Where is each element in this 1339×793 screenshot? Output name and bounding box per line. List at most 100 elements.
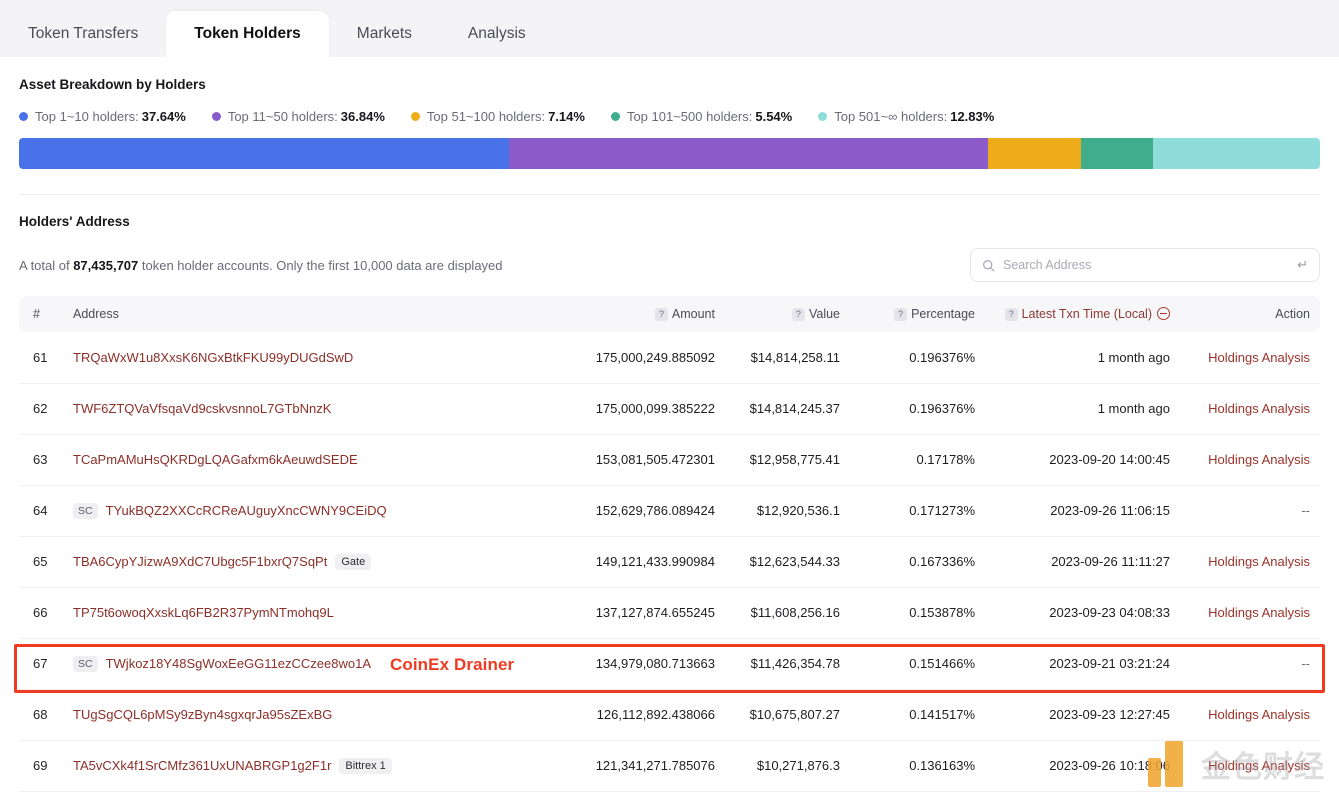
cell-num: 68: [33, 707, 48, 722]
help-icon[interactable]: ?: [1004, 308, 1018, 321]
cell-amount: 137,127,874.655245: [595, 605, 715, 620]
legend-dot-icon: [610, 112, 620, 121]
legend-label: Top 11~50 holders:: [227, 109, 338, 124]
section-divider: [19, 194, 1320, 195]
holdings-analysis-link[interactable]: Holdings Analysis: [1208, 401, 1310, 416]
exchange-tag[interactable]: Bittrex 1: [339, 757, 392, 774]
holdings-analysis-link[interactable]: Holdings Analysis: [1208, 758, 1310, 773]
bar-segment-top-1-10[interactable]: [19, 138, 509, 169]
address-link[interactable]: TWjkoz18Y48SgWoxEeGG11ezCCzee8wo1A: [106, 656, 371, 671]
asset-breakdown-title: Asset Breakdown by Holders: [19, 77, 206, 92]
cell-amount: 175,000,249.885092: [595, 349, 715, 365]
legend-label: Top 1~10 holders:: [35, 109, 139, 124]
total-suffix: token holder accounts. Only the first 10…: [138, 257, 503, 273]
cell-time: 2023-09-23 12:27:45: [1049, 707, 1170, 722]
cell-amount: 153,081,505.472301: [595, 452, 715, 467]
cell-value: $14,814,258.11: [750, 349, 840, 365]
help-icon[interactable]: ?: [894, 308, 908, 321]
cell-amount: 134,979,080.713663: [595, 656, 715, 671]
cell-percentage: 0.151466%: [909, 656, 975, 671]
search-address-box[interactable]: ↵: [970, 248, 1320, 282]
cell-time: 2023-09-21 03:21:24: [1049, 656, 1170, 671]
cell-value: $11,426,354.78: [750, 656, 840, 671]
cell-amount: 149,121,433.990984: [595, 554, 715, 569]
tab-token-transfers[interactable]: Token Transfers: [0, 11, 166, 57]
address-link[interactable]: TCaPmAMuHsQKRDgLQAGafxm6kAeuwdSEDE: [73, 452, 358, 467]
cell-percentage: 0.171273%: [909, 503, 975, 518]
holdings-analysis-link[interactable]: Holdings Analysis: [1208, 605, 1310, 620]
holdings-analysis-link[interactable]: Holdings Analysis: [1208, 554, 1310, 569]
cell-address: TCaPmAMuHsQKRDgLQAGafxm6kAeuwdSEDE: [63, 434, 565, 485]
legend-item-top-51-100[interactable]: Top 51~100 holders: 7.14%: [410, 109, 585, 124]
cell-address: TP75t6owoqXxskLq6FB2R37PymNTmohq9L: [63, 587, 565, 638]
help-icon[interactable]: ?: [791, 308, 805, 321]
col-header-percentage[interactable]: ? Percentage: [850, 296, 985, 332]
clock-toggle-icon[interactable]: [1157, 307, 1170, 320]
total-holders-text: A total of 87,435,707 token holder accou…: [19, 258, 503, 273]
bar-segment-top-101-500[interactable]: [1080, 138, 1153, 169]
col-header-percentage-label: Percentage: [911, 307, 975, 321]
tab-analysis[interactable]: Analysis: [440, 11, 554, 57]
address-link[interactable]: TRQaWxW1u8XxsK6NGxBtkFKU99yDUGdSwD: [73, 350, 353, 365]
cell-value: $10,675,807.27: [749, 707, 840, 722]
cell-address: SC TWjkoz18Y48SgWoxEeGG11ezCCzee8wo1A: [63, 638, 565, 689]
asset-breakdown-bar: [19, 138, 1320, 169]
holdings-analysis-link[interactable]: Holdings Analysis: [1208, 350, 1310, 365]
token-holders-panel: Asset Breakdown by Holders Top 1~10 hold…: [0, 57, 1339, 793]
table-row-highlighted: 66 TP75t6owoqXxskLq6FB2R37PymNTmohq9L 13…: [19, 587, 1320, 638]
legend-item-top-101-500[interactable]: Top 101~500 holders: 5.54%: [610, 109, 792, 124]
col-header-amount-label: Amount: [671, 307, 715, 321]
address-link[interactable]: TA5vCXk4f1SrCMfz361UxUNABRGP1g2F1r: [73, 758, 331, 773]
table-row: 69 TA5vCXk4f1SrCMfz361UxUNABRGP1g2F1r Bit…: [19, 740, 1320, 791]
cell-num: 65: [33, 554, 48, 569]
address-link[interactable]: TBA6CypYJizwA9XdC7Ubgc5F1bxrQ7SqPt: [73, 554, 327, 569]
bar-segment-top-11-50[interactable]: [508, 138, 988, 169]
search-input[interactable]: [1003, 258, 1292, 272]
exchange-tag[interactable]: Gate: [335, 553, 372, 570]
cell-percentage: 0.17178%: [916, 452, 975, 467]
cell-value: $12,958,775.41: [749, 452, 840, 467]
holdings-analysis-link[interactable]: Holdings Analysis: [1208, 452, 1310, 467]
cell-address: TUgSgCQL6pMSy9zByn4sgxqrJa95sZExBG: [63, 689, 565, 740]
tab-bar: Token Transfers Token Holders Markets An…: [0, 0, 1339, 57]
table-row: 61 TRQaWxW1u8XxsK6NGxBtkFKU99yDUGdSwD 17…: [19, 332, 1320, 383]
cell-num: 67: [33, 656, 48, 671]
sc-badge: SC: [73, 502, 98, 519]
legend-label: Top 51~100 holders:: [426, 109, 546, 124]
col-header-value[interactable]: ? Value: [725, 296, 850, 332]
address-link[interactable]: TP75t6owoqXxskLq6FB2R37PymNTmohq9L: [73, 605, 334, 620]
cell-value: $14,814,245.37: [749, 401, 840, 416]
col-header-amount[interactable]: ? Amount: [565, 296, 725, 332]
legend-item-top-501-inf[interactable]: Top 501~∞ holders: 12.83%: [818, 109, 994, 124]
cell-value: $12,920,536.1: [756, 503, 840, 518]
cell-amount: 126,112,892.438066: [596, 707, 715, 722]
bar-segment-top-51-100[interactable]: [987, 138, 1081, 169]
legend-item-top-1-10[interactable]: Top 1~10 holders: 37.64%: [19, 109, 186, 124]
address-link[interactable]: TWF6ZTQVaVfsqaVd9cskvsnnoL7GTbNnzK: [73, 401, 331, 416]
cell-num: 66: [33, 605, 48, 620]
cell-action: --: [1301, 503, 1310, 518]
enter-key-icon[interactable]: ↵: [1291, 257, 1308, 273]
bar-segment-top-501-inf[interactable]: [1152, 138, 1320, 169]
help-icon[interactable]: ?: [654, 308, 668, 321]
tab-markets[interactable]: Markets: [329, 11, 440, 57]
col-header-latest-txn-time[interactable]: ? Latest Txn Time (Local): [985, 296, 1180, 332]
cell-amount: 152,629,786.089424: [595, 503, 715, 518]
legend-item-top-11-50[interactable]: Top 11~50 holders: 36.84%: [211, 109, 385, 124]
cell-value: $10,271,876.3: [756, 758, 840, 773]
holdings-analysis-link[interactable]: Holdings Analysis: [1208, 707, 1310, 722]
cell-action: Holdings Analysis: [1180, 536, 1320, 587]
cell-time: 1 month ago: [1097, 349, 1170, 365]
tab-token-holders[interactable]: Token Holders: [166, 11, 329, 57]
table-row: 68 TUgSgCQL6pMSy9zByn4sgxqrJa95sZExBG 12…: [19, 689, 1320, 740]
cell-amount: 121,341,271.785076: [595, 758, 715, 773]
total-prefix: A total of: [19, 257, 74, 273]
address-link[interactable]: TYukBQZ2XXCcRCReAUguyXncCWNY9CEiDQ: [106, 503, 387, 518]
cell-amount: 175,000,099.385222: [595, 401, 715, 416]
sc-badge: SC: [73, 655, 98, 672]
legend-value: 7.14%: [548, 109, 585, 124]
address-link[interactable]: TUgSgCQL6pMSy9zByn4sgxqrJa95sZExBG: [73, 707, 332, 722]
table-header-row: # Address ? Amount ? Value ? Percentage ? La…: [19, 296, 1320, 332]
cell-address: TBA6CypYJizwA9XdC7Ubgc5F1bxrQ7SqPt Gate: [63, 536, 565, 587]
cell-percentage: 0.196376%: [909, 349, 975, 365]
